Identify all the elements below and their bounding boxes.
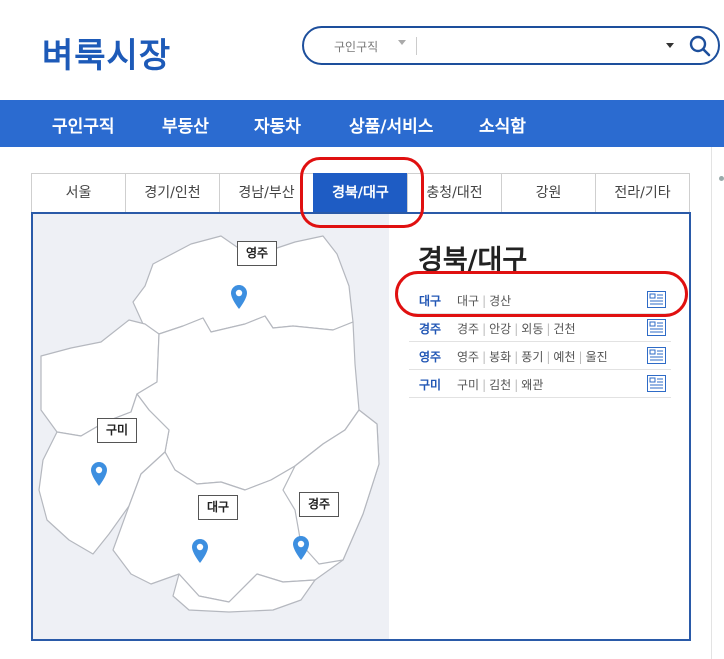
- map-pin-icon[interactable]: [292, 535, 310, 561]
- search-divider: [416, 37, 417, 55]
- city-link[interactable]: 왜관: [521, 378, 543, 392]
- tab-gyeongbuk-daegu[interactable]: 경북/대구: [313, 173, 408, 213]
- city-link[interactable]: 영주: [457, 350, 479, 364]
- map-label-yeongju[interactable]: 영주: [237, 241, 278, 266]
- city-separator: |: [482, 350, 487, 364]
- search-icon[interactable]: [688, 34, 712, 58]
- list-item[interactable]: 경주 경주 | 안강 | 외동 | 건천: [409, 314, 671, 342]
- search-category-select[interactable]: 구인구직: [334, 38, 378, 55]
- nav-item-news[interactable]: 소식함: [479, 112, 526, 137]
- nav-item-jobs[interactable]: 구인구직: [52, 112, 115, 137]
- region-key-link[interactable]: 대구: [419, 292, 441, 309]
- city-link[interactable]: 풍기: [521, 350, 543, 364]
- region-map: 영주 구미 대구 경주: [33, 214, 389, 639]
- tab-seoul[interactable]: 서울: [31, 173, 126, 213]
- city-link[interactable]: 경산: [489, 294, 511, 308]
- city-separator: |: [546, 322, 551, 336]
- category-chevron-down-icon[interactable]: [398, 40, 406, 45]
- site-logo[interactable]: 벼룩시장: [42, 28, 171, 77]
- region-panel: 영주 구미 대구 경주 경북/대구 대구 대구 | 경산 경주 경주 | 안강 | 외동 | 건천 영주…: [31, 212, 691, 641]
- map-label-gumi[interactable]: 구미: [97, 418, 138, 443]
- list-item[interactable]: 영주 영주 | 봉화 | 풍기 | 예천 | 울진: [409, 342, 671, 370]
- region-key-link[interactable]: 구미: [419, 376, 441, 393]
- tab-gangwon[interactable]: 강원: [501, 173, 596, 213]
- newspaper-icon[interactable]: [647, 291, 666, 308]
- search-bar[interactable]: 구인구직: [302, 26, 720, 65]
- city-separator: |: [546, 350, 551, 364]
- map-pin-icon[interactable]: [191, 538, 209, 564]
- nav-item-goods-services[interactable]: 상품/서비스: [349, 112, 433, 137]
- city-link[interactable]: 울진: [586, 350, 608, 364]
- city-separator: |: [482, 294, 487, 308]
- city-separator: |: [578, 350, 583, 364]
- tab-gyeonggi-incheon[interactable]: 경기/인천: [125, 173, 220, 213]
- nav-item-real-estate[interactable]: 부동산: [162, 112, 209, 137]
- city-separator: |: [482, 322, 487, 336]
- map-label-gyeongju[interactable]: 경주: [299, 492, 340, 517]
- list-item[interactable]: 대구 대구 | 경산: [409, 286, 671, 314]
- city-link[interactable]: 예천: [553, 350, 575, 364]
- region-list: 대구 대구 | 경산 경주 경주 | 안강 | 외동 | 건천 영주 영주 | 봉화 | 풍기 | 예천 | 울진 구미 구미…: [409, 286, 671, 398]
- map-pin-icon[interactable]: [230, 284, 248, 310]
- search-dropdown-icon[interactable]: [666, 43, 674, 48]
- region-cities: 대구 | 경산: [457, 292, 511, 309]
- city-link[interactable]: 건천: [553, 322, 575, 336]
- list-item[interactable]: 구미 구미 | 김천 | 왜관: [409, 370, 671, 398]
- tab-chungcheong-daejeon[interactable]: 충청/대전: [407, 173, 502, 213]
- tab-jeolla-etc[interactable]: 전라/기타: [595, 173, 690, 213]
- tab-gyeongnam-busan[interactable]: 경남/부산: [219, 173, 314, 213]
- city-separator: |: [514, 378, 519, 392]
- map-label-daegu[interactable]: 대구: [198, 495, 239, 520]
- region-cities: 구미 | 김천 | 왜관: [457, 376, 543, 393]
- region-tabs: 서울 경기/인천 경남/부산 경북/대구 충청/대전 강원 전라/기타: [31, 173, 690, 213]
- newspaper-icon[interactable]: [647, 319, 666, 336]
- right-divider: [711, 147, 712, 659]
- region-title: 경북/대구: [418, 245, 528, 276]
- city-link[interactable]: 김천: [489, 378, 511, 392]
- nav-item-cars[interactable]: 자동차: [254, 112, 301, 137]
- region-cities: 영주 | 봉화 | 풍기 | 예천 | 울진: [457, 348, 608, 365]
- city-separator: |: [482, 378, 487, 392]
- side-dot: [719, 176, 724, 181]
- city-link[interactable]: 봉화: [489, 350, 511, 364]
- city-separator: |: [514, 350, 519, 364]
- city-link[interactable]: 경주: [457, 322, 479, 336]
- region-key-link[interactable]: 영주: [419, 348, 441, 365]
- map-pin-icon[interactable]: [90, 461, 108, 487]
- region-cities: 경주 | 안강 | 외동 | 건천: [457, 320, 576, 337]
- header: 벼룩시장 구인구직: [0, 0, 724, 100]
- city-link[interactable]: 대구: [457, 294, 479, 308]
- city-link[interactable]: 외동: [521, 322, 543, 336]
- newspaper-icon[interactable]: [647, 375, 666, 392]
- main-nav: 구인구직 부동산 자동차 상품/서비스 소식함: [0, 100, 724, 147]
- city-link[interactable]: 안강: [489, 322, 511, 336]
- region-key-link[interactable]: 경주: [419, 320, 441, 337]
- newspaper-icon[interactable]: [647, 347, 666, 364]
- city-separator: |: [514, 322, 519, 336]
- city-link[interactable]: 구미: [457, 378, 479, 392]
- map-svg: [38, 235, 380, 613]
